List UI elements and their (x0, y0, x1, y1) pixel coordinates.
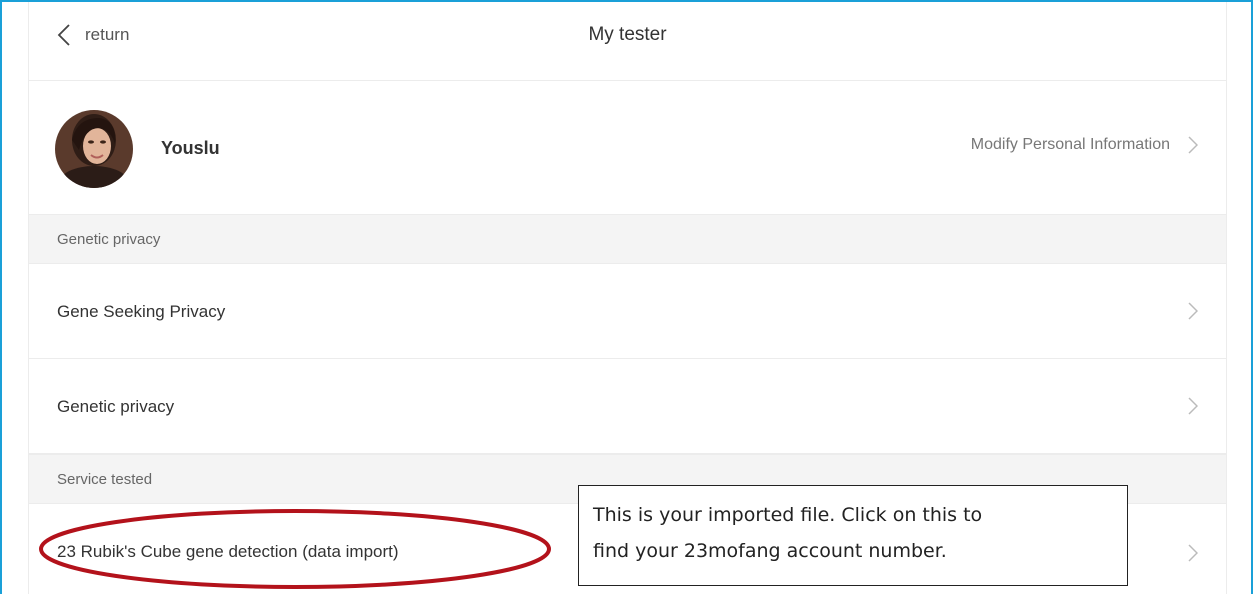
section-header-label: Genetic privacy (57, 231, 161, 248)
modify-personal-information-label: Modify Personal Information (970, 136, 1170, 153)
row-label: Genetic privacy (57, 397, 175, 416)
chevron-right-icon (1188, 302, 1198, 320)
row-gene-seeking-privacy[interactable]: Gene Seeking Privacy (29, 264, 1226, 359)
section-header-genetic-privacy: Genetic privacy (29, 214, 1226, 264)
profile-row: Youslu Modify Personal Information (29, 81, 1226, 214)
chevron-right-icon (1188, 136, 1198, 154)
row-label: Gene Seeking Privacy (57, 302, 226, 321)
avatar-photo (55, 110, 133, 188)
avatar (55, 110, 133, 188)
annotation-line-2: find your 23mofang account number. (593, 540, 947, 562)
row-genetic-privacy[interactable]: Genetic privacy (29, 359, 1226, 454)
row-label: 23 Rubik's Cube gene detection (data imp… (57, 542, 399, 561)
username: Youslu (161, 138, 220, 158)
modify-personal-information-link[interactable]: Modify Personal Information (971, 136, 1198, 154)
chevron-right-icon (1188, 397, 1198, 415)
annotation-callout: This is your imported file. Click on thi… (578, 485, 1128, 586)
section-header-label: Service tested (57, 471, 153, 488)
top-nav-bar: return My tester (29, 2, 1226, 81)
chevron-right-icon (1188, 544, 1198, 562)
page-title: My tester (588, 24, 667, 45)
annotation-line-1: This is your imported file. Click on thi… (593, 504, 983, 526)
